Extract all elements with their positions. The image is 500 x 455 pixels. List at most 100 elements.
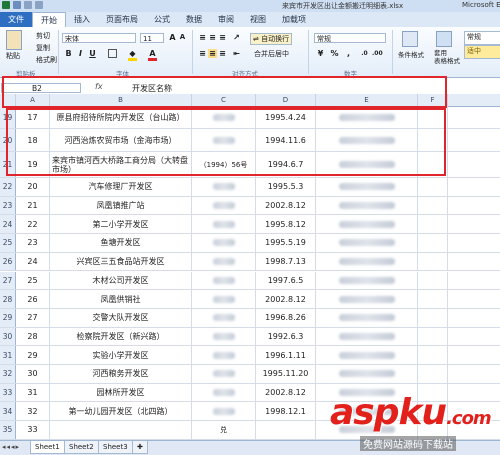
cell-empty[interactable] (418, 178, 448, 196)
worksheet-grid[interactable]: A B C D E F 19 17 原县府招待所院内开发区（台山路） 1995.4.2… (0, 94, 500, 440)
row-header[interactable]: 24 (0, 215, 16, 234)
cell-b[interactable]: 检察院开发区（新兴路） (50, 327, 192, 346)
tab-page-layout[interactable]: 页面布局 (98, 12, 146, 27)
row-header[interactable]: 27 (0, 271, 16, 290)
cell-d[interactable]: 1998.7.13 (256, 252, 316, 271)
cell-empty[interactable] (418, 346, 448, 364)
fx-icon[interactable]: fx (95, 82, 103, 91)
comma-icon[interactable]: , (344, 49, 353, 58)
cell-redacted[interactable] (316, 365, 418, 383)
cell-b[interactable]: 兴宾区三五食品站开发区 (50, 252, 192, 271)
cell-a[interactable]: 18 (16, 129, 50, 151)
cell-b[interactable]: 汽车修理厂开发区 (50, 178, 192, 196)
tab-data[interactable]: 数据 (178, 12, 210, 27)
cell-a[interactable]: 25 (16, 271, 50, 290)
cell-c[interactable] (192, 383, 256, 402)
cell-a[interactable]: 20 (16, 178, 50, 196)
align-right-icon[interactable]: ≡ (218, 49, 227, 58)
cell-redacted[interactable] (316, 106, 418, 128)
sheet-tab-1[interactable]: Sheet1 (30, 441, 65, 454)
cell-redacted[interactable] (316, 252, 418, 271)
font-color-icon[interactable]: A (148, 49, 157, 61)
cell-b[interactable]: 木材公司开发区 (50, 271, 192, 290)
cell-a[interactable]: 27 (16, 308, 50, 327)
decrease-decimal-icon[interactable]: .00 (372, 49, 383, 58)
cell-b[interactable]: 原县府招待所院内开发区（台山路） (50, 106, 192, 128)
cell-empty[interactable] (418, 106, 448, 128)
name-box[interactable]: B2 (1, 83, 81, 93)
cell-c[interactable] (192, 402, 256, 421)
cell-a[interactable]: 17 (16, 106, 50, 128)
column-header-d[interactable]: D (256, 94, 316, 106)
cell-redacted[interactable] (316, 346, 418, 364)
number-format-select[interactable]: 常规 (314, 33, 386, 43)
cell-d[interactable]: 1996.1.11 (256, 346, 316, 364)
cell-a[interactable]: 22 (16, 215, 50, 234)
cell-b[interactable]: 凤凰镇推广站 (50, 196, 192, 215)
cell-a[interactable]: 32 (16, 402, 50, 421)
cell-redacted[interactable] (316, 129, 418, 151)
row-header[interactable]: 23 (0, 196, 16, 215)
row-header[interactable]: 20 (0, 129, 16, 151)
cell-c[interactable] (192, 252, 256, 271)
cell-empty[interactable] (418, 327, 448, 346)
cell-redacted[interactable] (316, 308, 418, 327)
cut-button[interactable]: 剪切 (36, 31, 50, 41)
row-header[interactable]: 21 (0, 152, 16, 177)
row-header[interactable]: 25 (0, 234, 16, 252)
tab-addins[interactable]: 加载项 (274, 12, 314, 27)
new-sheet-icon[interactable]: ✚ (132, 441, 148, 454)
undo-icon[interactable] (24, 1, 32, 9)
cell-redacted[interactable] (316, 178, 418, 196)
conditional-format-button[interactable]: 条件格式 (398, 49, 424, 59)
cell-empty[interactable] (418, 252, 448, 271)
cell-empty[interactable] (418, 215, 448, 234)
row-header[interactable]: 32 (0, 365, 16, 383)
cell-d[interactable]: 2002.8.12 (256, 383, 316, 402)
decrease-indent-icon[interactable]: ⇤ (232, 49, 241, 58)
column-header-a[interactable]: A (16, 94, 50, 106)
row-header[interactable]: 30 (0, 327, 16, 346)
column-header-e[interactable]: E (316, 94, 418, 106)
cell-b[interactable]: 来宾市镇河西大桥路工商分局（大转盘市场） (50, 152, 192, 177)
cell-empty[interactable] (418, 365, 448, 383)
cell-redacted[interactable] (316, 234, 418, 252)
cell-c[interactable] (192, 178, 256, 196)
cell-c[interactable] (192, 308, 256, 327)
sheet-tab-3[interactable]: Sheet3 (98, 441, 133, 454)
cell-d[interactable]: 1994.6.7 (256, 152, 316, 177)
copy-button[interactable]: 复制 (36, 43, 50, 53)
align-left-icon[interactable]: ≡ (198, 49, 207, 58)
cell-redacted[interactable] (316, 290, 418, 308)
cell-empty[interactable] (418, 129, 448, 151)
cell-c[interactable] (192, 106, 256, 128)
increase-decimal-icon[interactable]: .0 (360, 49, 369, 58)
cell-b[interactable]: 第一幼儿园开发区（北四路） (50, 402, 192, 421)
tab-view[interactable]: 视图 (242, 12, 274, 27)
tab-file[interactable]: 文件 (0, 12, 32, 27)
formula-input[interactable]: 开发区名称 (132, 83, 172, 94)
cell-a[interactable]: 29 (16, 346, 50, 364)
cell-c[interactable] (192, 234, 256, 252)
cell-b[interactable]: 鱼塘开发区 (50, 234, 192, 252)
cell-redacted[interactable] (316, 271, 418, 290)
cell-empty[interactable] (418, 196, 448, 215)
cell-redacted[interactable] (316, 196, 418, 215)
percent-icon[interactable]: % (330, 49, 339, 58)
currency-icon[interactable]: ¥ (316, 49, 325, 58)
column-header-b[interactable]: B (50, 94, 192, 106)
cell-empty[interactable] (418, 152, 448, 177)
cell-redacted[interactable] (316, 215, 418, 234)
cell-c[interactable]: 兑 (192, 421, 256, 439)
cell-a[interactable]: 21 (16, 196, 50, 215)
cell-c[interactable] (192, 215, 256, 234)
italic-icon[interactable]: I (76, 49, 85, 58)
column-header-c[interactable]: C (192, 94, 256, 106)
row-header[interactable]: 34 (0, 402, 16, 421)
cell-c[interactable] (192, 346, 256, 364)
shrink-font-icon[interactable]: A (178, 33, 187, 42)
cell-d[interactable]: 1995.11.20 (256, 365, 316, 383)
cell-d[interactable]: 1995.4.24 (256, 106, 316, 128)
table-format-icon[interactable] (436, 31, 452, 47)
row-header[interactable]: 31 (0, 346, 16, 364)
